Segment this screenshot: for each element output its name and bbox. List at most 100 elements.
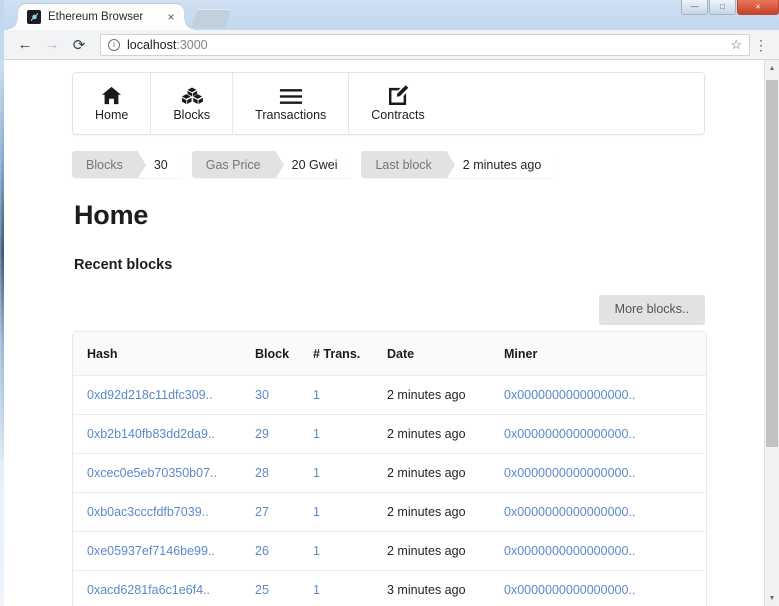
block-number-link[interactable]: 29 <box>255 427 269 441</box>
maximize-icon: □ <box>720 2 725 11</box>
nav-label-home: Home <box>95 108 129 122</box>
block-miner-link[interactable]: 0x0000000000000000.. <box>504 388 635 402</box>
block-trans-link[interactable]: 1 <box>313 427 320 441</box>
column-header-block: Block <box>255 331 313 376</box>
nav-item-contracts[interactable]: Contracts <box>349 73 447 134</box>
title-bar: Ethereum Browser × — □ × <box>4 0 779 30</box>
block-date-cell: 2 minutes ago <box>387 415 504 454</box>
block-number-link-cell: 30 <box>255 376 313 415</box>
block-hash-link[interactable]: 0xe05937ef7146be99.. <box>87 544 215 558</box>
table-body: 0xd92d218c11dfc309.. 30 1 2 minutes ago 0x00… <box>73 376 706 606</box>
block-date-cell: 2 minutes ago <box>387 532 504 571</box>
page-viewport: Home Blocks Transactions Contracts Block… <box>4 60 779 606</box>
table-row: 0xb0ac3cccfdfb7039.. 27 1 2 minutes ago 0x00… <box>73 493 706 532</box>
window-controls: — □ × <box>680 0 779 15</box>
block-number-link[interactable]: 28 <box>255 466 269 480</box>
site-info-icon[interactable] <box>108 38 120 51</box>
nav-item-home[interactable]: Home <box>73 73 152 134</box>
nav-item-blocks[interactable]: Blocks <box>151 73 234 134</box>
block-miner-link-cell: 0x0000000000000000.. <box>504 454 706 493</box>
block-trans-link[interactable]: 1 <box>313 466 320 480</box>
list-icon <box>279 85 303 105</box>
block-hash-link-cell: 0xcec0e5eb70350b07.. <box>73 454 255 493</box>
block-trans-link[interactable]: 1 <box>313 583 320 597</box>
page-body: Home Blocks Transactions Contracts Block… <box>4 60 764 606</box>
url-port: :3000 <box>176 37 208 52</box>
block-trans-link[interactable]: 1 <box>313 544 320 558</box>
block-number-link[interactable]: 30 <box>255 388 269 402</box>
block-number-link[interactable]: 26 <box>255 544 269 558</box>
nav-label-transactions: Transactions <box>255 108 327 122</box>
block-hash-link[interactable]: 0xcec0e5eb70350b07.. <box>87 466 217 480</box>
block-miner-link[interactable]: 0x0000000000000000.. <box>504 427 635 441</box>
block-hash-link[interactable]: 0xd92d218c11dfc309.. <box>87 388 213 402</box>
forward-button[interactable]: → <box>39 32 65 58</box>
url-text: localhost:3000 <box>127 38 208 52</box>
block-date: 2 minutes ago <box>387 465 466 480</box>
stat-badge-blocks: Blocks 30 <box>72 151 182 178</box>
stat-label-blocks: Blocks <box>72 151 138 178</box>
url-host: localhost <box>127 37 177 52</box>
scroll-down-arrow-icon[interactable]: ▼ <box>765 590 779 606</box>
page-scrollbar[interactable]: ▲ ▼ <box>764 60 779 606</box>
block-trans-link-cell: 1 <box>313 532 387 571</box>
maximize-button[interactable]: □ <box>709 0 736 15</box>
stats-badges: Blocks 30 Gas Price 20 Gwei Last block 2… <box>72 151 764 178</box>
scroll-up-arrow-icon[interactable]: ▲ <box>765 60 779 76</box>
browser-tab-ethereum-browser[interactable]: Ethereum Browser × <box>8 4 194 30</box>
nav-item-transactions[interactable]: Transactions <box>233 73 350 134</box>
block-miner-link-cell: 0x0000000000000000.. <box>504 376 706 415</box>
scrollbar-thumb[interactable] <box>766 80 778 447</box>
more-blocks-row: More blocks.. <box>72 295 705 325</box>
nav-label-blocks: Blocks <box>173 108 211 122</box>
block-hash-link-cell: 0xacd6281fa6c1e6f4.. <box>73 571 255 606</box>
address-bar[interactable]: localhost:3000 ☆ <box>100 33 750 56</box>
browser-menu-icon[interactable]: ⋮ <box>751 38 771 52</box>
block-hash-link[interactable]: 0xb2b140fb83dd2da9.. <box>87 427 215 441</box>
minimize-button[interactable]: — <box>681 0 708 15</box>
block-trans-link-cell: 1 <box>313 376 387 415</box>
block-miner-link[interactable]: 0x0000000000000000.. <box>504 544 635 558</box>
block-miner-link[interactable]: 0x0000000000000000.. <box>504 583 635 597</box>
table-row: 0xb2b140fb83dd2da9.. 29 1 2 minutes ago 0x00… <box>73 415 706 454</box>
block-number-link[interactable]: 27 <box>255 505 269 519</box>
bookmark-star-icon[interactable]: ☆ <box>730 37 742 53</box>
edit-square-icon <box>388 85 409 105</box>
block-hash-link[interactable]: 0xb0ac3cccfdfb7039.. <box>87 505 209 519</box>
column-header-miner: Miner <box>504 331 706 376</box>
block-date-cell: 2 minutes ago <box>387 454 504 493</box>
close-tab-icon[interactable]: × <box>164 10 178 24</box>
close-window-button[interactable]: × <box>737 0 779 15</box>
block-date: 2 minutes ago <box>387 426 466 441</box>
block-number-link[interactable]: 25 <box>255 583 269 597</box>
recent-blocks-table: Hash Block # Trans. Date Miner 0xd92d218… <box>72 330 707 606</box>
block-date-cell: 2 minutes ago <box>387 376 504 415</box>
block-trans-link[interactable]: 1 <box>313 388 320 402</box>
section-title-recent-blocks: Recent blocks <box>74 257 173 273</box>
page-title: Home <box>74 200 149 230</box>
main-navigation: Home Blocks Transactions Contracts <box>72 72 705 135</box>
stat-label-last-block: Last block <box>361 151 447 178</box>
block-miner-link[interactable]: 0x0000000000000000.. <box>504 505 635 519</box>
new-tab-button[interactable] <box>190 9 232 28</box>
stat-value-blocks: 30 <box>137 151 182 178</box>
stat-badge-last-block: Last block 2 minutes ago <box>361 151 556 178</box>
table-row: 0xacd6281fa6c1e6f4.. 25 1 3 minutes ago 0x00… <box>73 571 706 606</box>
back-button[interactable]: ← <box>12 32 38 58</box>
browser-toolbar: ← → ⟳ localhost:3000 ☆ ⋮ <box>4 30 779 60</box>
block-miner-link-cell: 0x0000000000000000.. <box>504 415 706 454</box>
column-header-trans: # Trans. <box>313 331 387 376</box>
block-hash-link[interactable]: 0xacd6281fa6c1e6f4.. <box>87 583 210 597</box>
close-icon: × <box>755 1 761 12</box>
browser-window: Ethereum Browser × — □ × ← → ⟳ localhost… <box>4 0 779 606</box>
block-hash-link-cell: 0xd92d218c11dfc309.. <box>73 376 255 415</box>
block-miner-link-cell: 0x0000000000000000.. <box>504 532 706 571</box>
reload-button[interactable]: ⟳ <box>66 32 92 58</box>
ethereum-favicon-icon <box>27 10 41 24</box>
block-miner-link[interactable]: 0x0000000000000000.. <box>504 466 635 480</box>
block-trans-link[interactable]: 1 <box>313 505 320 519</box>
block-number-link-cell: 26 <box>255 532 313 571</box>
table-row: 0xd92d218c11dfc309.. 30 1 2 minutes ago 0x00… <box>73 376 706 415</box>
tab-title: Ethereum Browser <box>48 11 144 23</box>
more-blocks-button[interactable]: More blocks.. <box>598 295 705 325</box>
